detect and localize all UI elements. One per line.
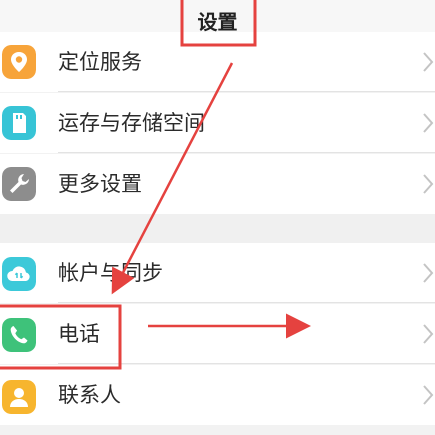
settings-item-label: 电话 (58, 322, 100, 346)
group-separator (0, 214, 435, 243)
chevron-right-icon (423, 52, 434, 72)
settings-item-label: 更多设置 (58, 172, 142, 196)
settings-item-label: 定位服务 (58, 50, 142, 74)
storage-icon (2, 106, 36, 140)
divider (58, 363, 435, 364)
settings-item-accounts-sync[interactable]: 帐户与同步 (0, 243, 435, 303)
settings-item-phone[interactable]: 电话 (0, 304, 435, 364)
chevron-right-icon (423, 174, 434, 194)
settings-item-label: 运存与存储空间 (58, 111, 205, 135)
chevron-right-icon (423, 324, 434, 344)
chevron-right-icon (423, 263, 434, 283)
wrench-icon (2, 167, 36, 201)
cloud-sync-icon (2, 257, 36, 291)
divider (58, 152, 435, 153)
settings-item-label: 帐户与同步 (58, 261, 163, 285)
chevron-right-icon (423, 385, 434, 405)
divider (58, 91, 435, 92)
location-icon (2, 45, 36, 79)
settings-item-location-service[interactable]: 定位服务 (0, 32, 435, 92)
settings-item-more-settings[interactable]: 更多设置 (0, 154, 435, 214)
settings-item-label: 联系人 (58, 383, 121, 407)
divider (58, 302, 435, 303)
phone-icon (2, 318, 36, 352)
contacts-icon (2, 380, 36, 414)
settings-item-contacts[interactable]: 联系人 (0, 365, 435, 425)
chevron-right-icon (423, 113, 434, 133)
settings-item-storage[interactable]: 运存与存储空间 (0, 93, 435, 153)
page-title: 设置 (197, 10, 238, 34)
